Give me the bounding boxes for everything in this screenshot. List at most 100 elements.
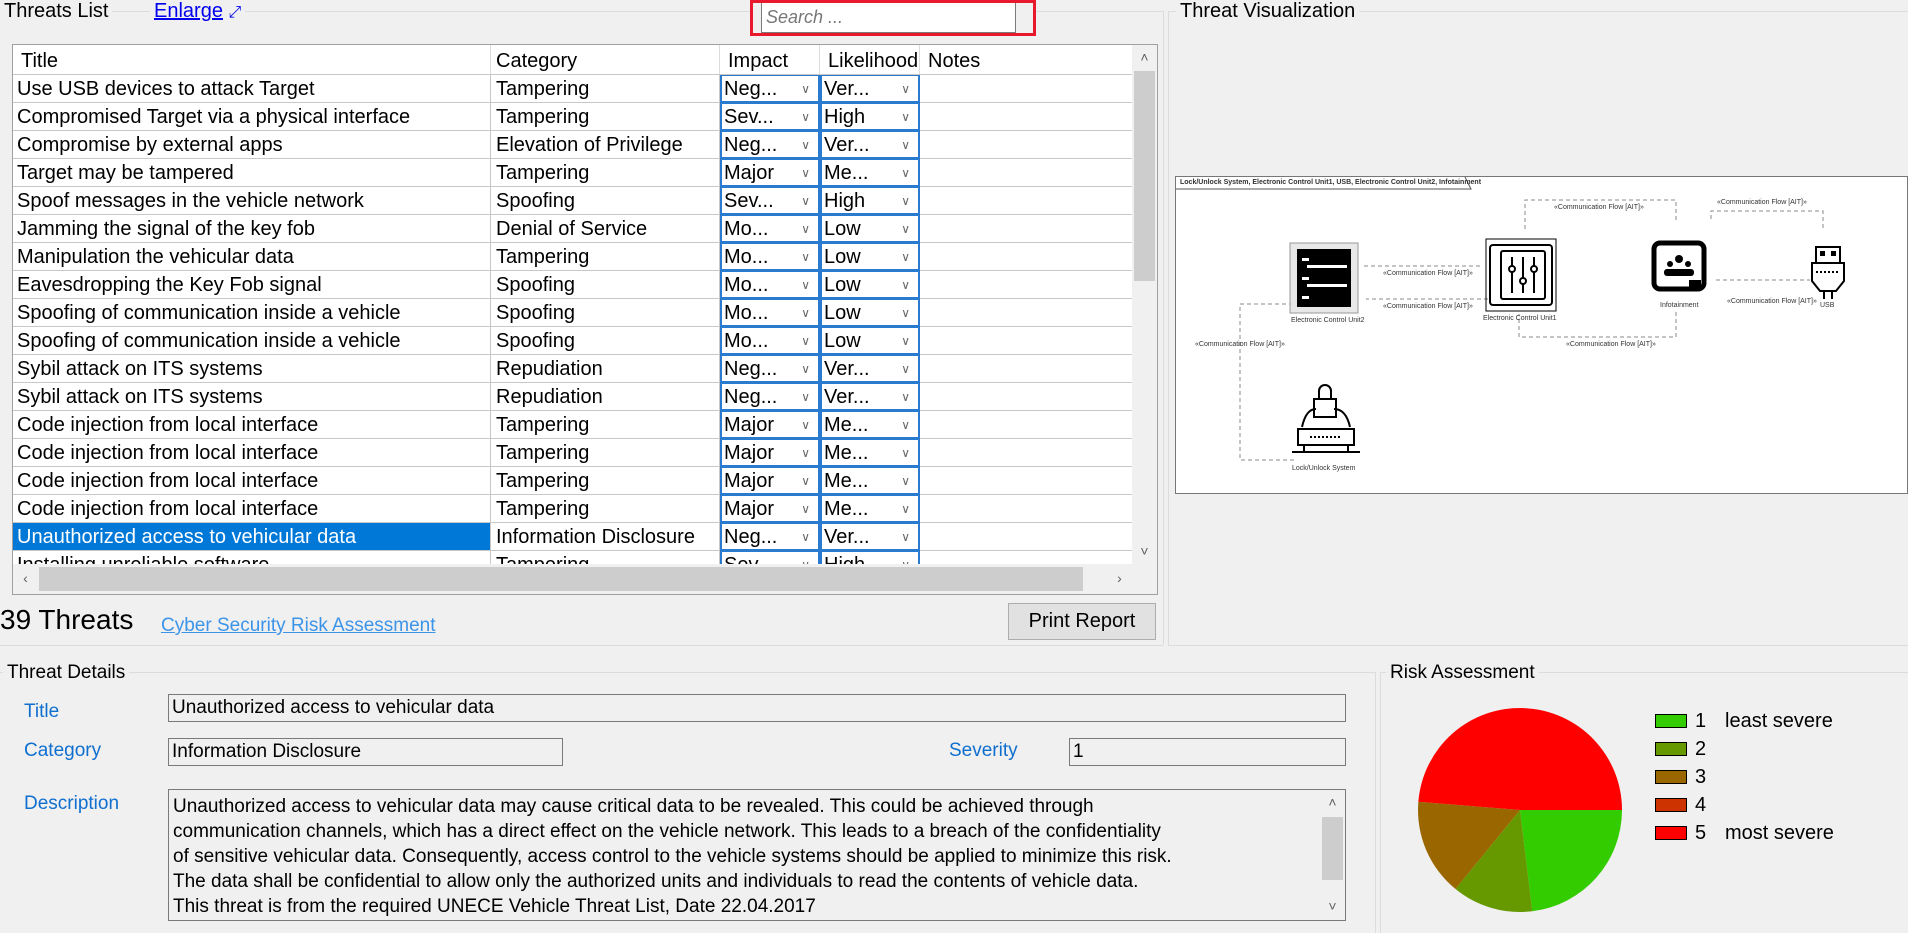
impact-dropdown[interactable]: Mo... ∨: [720, 327, 820, 355]
cell-category[interactable]: Spoofing: [491, 327, 720, 354]
category-field[interactable]: Information Disclosure: [168, 738, 563, 766]
cell-title[interactable]: Unauthorized access to vehicular data: [13, 523, 491, 550]
chevron-down-icon[interactable]: ∨: [801, 244, 810, 269]
cell-notes[interactable]: [920, 411, 1133, 438]
chevron-down-icon[interactable]: ∨: [901, 76, 910, 101]
chevron-down-icon[interactable]: ∨: [801, 104, 810, 129]
chevron-down-icon[interactable]: ∨: [901, 356, 910, 381]
table-row[interactable]: Use USB devices to attack Target Tamperin…: [13, 75, 1133, 103]
cell-notes[interactable]: [920, 383, 1133, 410]
cell-category[interactable]: Tampering: [491, 75, 720, 102]
cell-title[interactable]: Jamming the signal of the key fob: [13, 215, 491, 242]
description-scrollbar-thumb[interactable]: [1322, 817, 1343, 880]
cell-notes[interactable]: [920, 187, 1133, 214]
table-row[interactable]: Spoofing of communication inside a vehic…: [13, 299, 1133, 327]
impact-dropdown[interactable]: Neg... ∨: [720, 131, 820, 159]
cell-category[interactable]: Information Disclosure: [491, 523, 720, 550]
cell-category[interactable]: Tampering: [491, 551, 720, 565]
table-row[interactable]: Manipulation the vehicular data Tampering…: [13, 243, 1133, 271]
chevron-down-icon[interactable]: ∨: [901, 440, 910, 465]
cell-title[interactable]: Spoofing of communication inside a vehic…: [13, 299, 491, 326]
column-header-impact[interactable]: Impact: [720, 45, 820, 74]
column-header-category[interactable]: Category: [491, 45, 720, 74]
column-header-title[interactable]: Title: [13, 45, 491, 74]
cell-category[interactable]: Tampering: [491, 243, 720, 270]
cell-category[interactable]: Tampering: [491, 495, 720, 522]
cell-notes[interactable]: [920, 159, 1133, 186]
vertical-scrollbar[interactable]: ˄ ˅: [1132, 45, 1157, 565]
enlarge-link[interactable]: Enlarge ⤢: [150, 0, 246, 24]
cell-category[interactable]: Tampering: [491, 439, 720, 466]
chevron-down-icon[interactable]: ∨: [901, 188, 910, 213]
likelihood-dropdown[interactable]: Me... ∨: [820, 495, 920, 523]
threat-diagram[interactable]: Lock/Unlock System, Electronic Control U…: [1175, 176, 1908, 494]
cell-title[interactable]: Target may be tampered: [13, 159, 491, 186]
impact-dropdown[interactable]: Neg... ∨: [720, 355, 820, 383]
cell-title[interactable]: Code injection from local interface: [13, 439, 491, 466]
likelihood-dropdown[interactable]: Me... ∨: [820, 467, 920, 495]
impact-dropdown[interactable]: Mo... ∨: [720, 215, 820, 243]
impact-dropdown[interactable]: Major ∨: [720, 495, 820, 523]
likelihood-dropdown[interactable]: Low ∨: [820, 271, 920, 299]
horizontal-scrollbar[interactable]: ‹ ›: [13, 564, 1133, 594]
search-input[interactable]: [761, 3, 1016, 33]
impact-dropdown[interactable]: Mo... ∨: [720, 243, 820, 271]
impact-dropdown[interactable]: Mo... ∨: [720, 299, 820, 327]
chevron-down-icon[interactable]: ∨: [801, 524, 810, 549]
chevron-down-icon[interactable]: ∨: [901, 104, 910, 129]
chevron-down-icon[interactable]: ∨: [901, 328, 910, 353]
chevron-down-icon[interactable]: ∨: [801, 496, 810, 521]
chevron-down-icon[interactable]: ∨: [801, 468, 810, 493]
chevron-down-icon[interactable]: ∨: [801, 440, 810, 465]
cell-category[interactable]: Tampering: [491, 103, 720, 130]
cell-notes[interactable]: [920, 75, 1133, 102]
description-text[interactable]: Unauthorized access to vehicular data ma…: [173, 794, 1317, 919]
table-row[interactable]: Code injection from local interface Tampe…: [13, 411, 1133, 439]
cell-notes[interactable]: [920, 551, 1133, 565]
table-row[interactable]: Eavesdropping the Key Fob signal Spoofing…: [13, 271, 1133, 299]
cell-notes[interactable]: [920, 495, 1133, 522]
likelihood-dropdown[interactable]: Ver... ∨: [820, 355, 920, 383]
table-row[interactable]: Code injection from local interface Tampe…: [13, 467, 1133, 495]
cell-notes[interactable]: [920, 299, 1133, 326]
cell-category[interactable]: Denial of Service: [491, 215, 720, 242]
cell-title[interactable]: Code injection from local interface: [13, 467, 491, 494]
impact-dropdown[interactable]: Major ∨: [720, 439, 820, 467]
cell-category[interactable]: Elevation of Privilege: [491, 131, 720, 158]
chevron-down-icon[interactable]: ∨: [901, 468, 910, 493]
scroll-up-icon[interactable]: ˄: [1320, 794, 1345, 810]
chevron-down-icon[interactable]: ∨: [901, 244, 910, 269]
cell-category[interactable]: Tampering: [491, 467, 720, 494]
vertical-scrollbar-thumb[interactable]: [1134, 71, 1155, 281]
table-row[interactable]: Code injection from local interface Tampe…: [13, 439, 1133, 467]
table-row[interactable]: Unauthorized access to vehicular data Inf…: [13, 523, 1133, 551]
chevron-down-icon[interactable]: ∨: [801, 384, 810, 409]
cell-notes[interactable]: [920, 467, 1133, 494]
likelihood-dropdown[interactable]: Low ∨: [820, 327, 920, 355]
impact-dropdown[interactable]: Major ∨: [720, 467, 820, 495]
cell-title[interactable]: Sybil attack on ITS systems: [13, 383, 491, 410]
severity-field[interactable]: 1: [1069, 738, 1346, 766]
cell-title[interactable]: Spoof messages in the vehicle network: [13, 187, 491, 214]
likelihood-dropdown[interactable]: Low ∨: [820, 299, 920, 327]
table-row[interactable]: Target may be tampered Tampering Major ∨ Me.…: [13, 159, 1133, 187]
likelihood-dropdown[interactable]: Low ∨: [820, 243, 920, 271]
table-row[interactable]: Installing unreliable software Tampering S…: [13, 551, 1133, 565]
likelihood-dropdown[interactable]: Ver... ∨: [820, 523, 920, 551]
cell-notes[interactable]: [920, 271, 1133, 298]
table-row[interactable]: Spoof messages in the vehicle network Spo…: [13, 187, 1133, 215]
table-row[interactable]: Code injection from local interface Tampe…: [13, 495, 1133, 523]
table-row[interactable]: Sybil attack on ITS systems Repudiation Ne…: [13, 355, 1133, 383]
print-report-button[interactable]: Print Report: [1008, 603, 1156, 640]
cell-notes[interactable]: [920, 131, 1133, 158]
chevron-down-icon[interactable]: ∨: [801, 76, 810, 101]
chevron-down-icon[interactable]: ∨: [801, 160, 810, 185]
cell-category[interactable]: Repudiation: [491, 355, 720, 382]
chevron-down-icon[interactable]: ∨: [901, 384, 910, 409]
chevron-down-icon[interactable]: ∨: [901, 160, 910, 185]
description-scrollbar[interactable]: ˄ ˅: [1320, 790, 1345, 920]
chevron-down-icon[interactable]: ∨: [801, 216, 810, 241]
chevron-down-icon[interactable]: ∨: [801, 356, 810, 381]
impact-dropdown[interactable]: Major ∨: [720, 159, 820, 187]
cell-title[interactable]: Spoofing of communication inside a vehic…: [13, 327, 491, 354]
